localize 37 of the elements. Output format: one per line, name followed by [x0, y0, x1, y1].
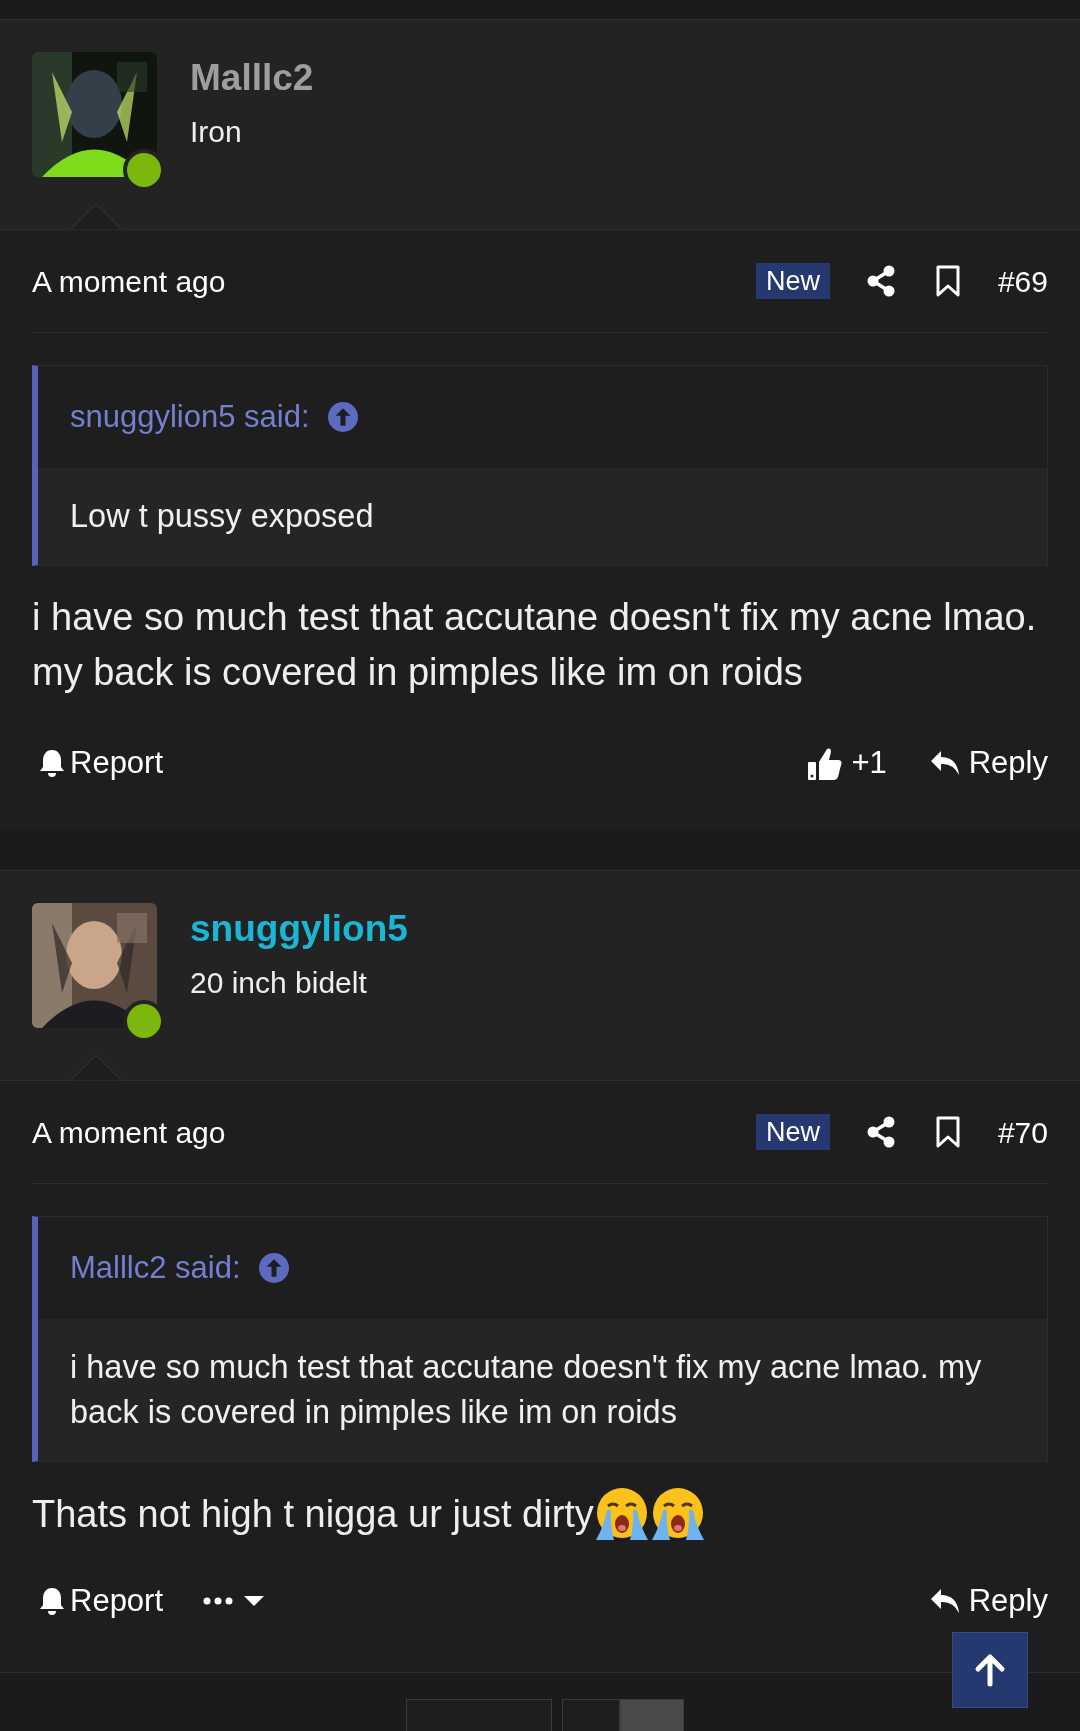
post-message: i have so much test that accutane doesn't fix my acne lmao. my back is covered in pimples like im on roids	[32, 595, 1038, 695]
thumbs-up-icon	[807, 745, 844, 781]
post-number-link[interactable]: #70	[997, 1109, 1048, 1155]
user-title: 20 inch bidelt	[190, 965, 368, 1001]
caret-icon	[243, 1595, 266, 1607]
arrow-up-icon	[973, 1653, 1007, 1687]
username-link[interactable]: snuggylion5	[190, 907, 408, 951]
new-badge: New	[755, 263, 830, 299]
dots-icon	[203, 1596, 234, 1606]
quote-attribution-link[interactable]: snuggylion5 said:	[70, 393, 310, 441]
arrow-up-icon	[327, 402, 358, 432]
post-number-link[interactable]: #69	[997, 258, 1048, 304]
report-button[interactable]: Report	[38, 739, 164, 787]
reply-button[interactable]: Reply	[928, 739, 1048, 787]
user-title: Iron	[190, 114, 243, 150]
post-message: Thats not high t nigga ur just dirty	[32, 1491, 594, 1537]
share-icon[interactable]	[865, 265, 896, 297]
reply-button[interactable]: Reply	[928, 1577, 1048, 1625]
bookmark-icon[interactable]	[935, 1116, 960, 1148]
post-time[interactable]: A moment ago	[32, 1109, 226, 1155]
new-badge: New	[755, 1114, 830, 1150]
bell-icon	[38, 1586, 66, 1616]
crying-emoji-icon	[593, 1486, 650, 1542]
bookmark-icon[interactable]	[935, 265, 960, 297]
post-time[interactable]: A moment ago	[32, 258, 226, 304]
more-menu-button[interactable]	[203, 1595, 266, 1607]
arrow-up-icon	[258, 1253, 289, 1283]
username-link[interactable]: Malllc2	[190, 56, 314, 100]
share-icon[interactable]	[865, 1116, 896, 1148]
crying-emoji-icon	[649, 1486, 706, 1542]
report-button[interactable]: Report	[38, 1577, 164, 1625]
quote-attribution-link[interactable]: Malllc2 said:	[70, 1244, 241, 1292]
scroll-to-top-button[interactable]	[952, 1632, 1028, 1708]
bell-icon	[38, 748, 66, 778]
quote-text: Low t pussy exposed	[70, 497, 375, 536]
like-button[interactable]: +1	[807, 739, 887, 787]
quote-text: i have so much test that accutane doesn't fix my acne lmao. my back is covered in pimples like im on roids	[70, 1348, 983, 1432]
